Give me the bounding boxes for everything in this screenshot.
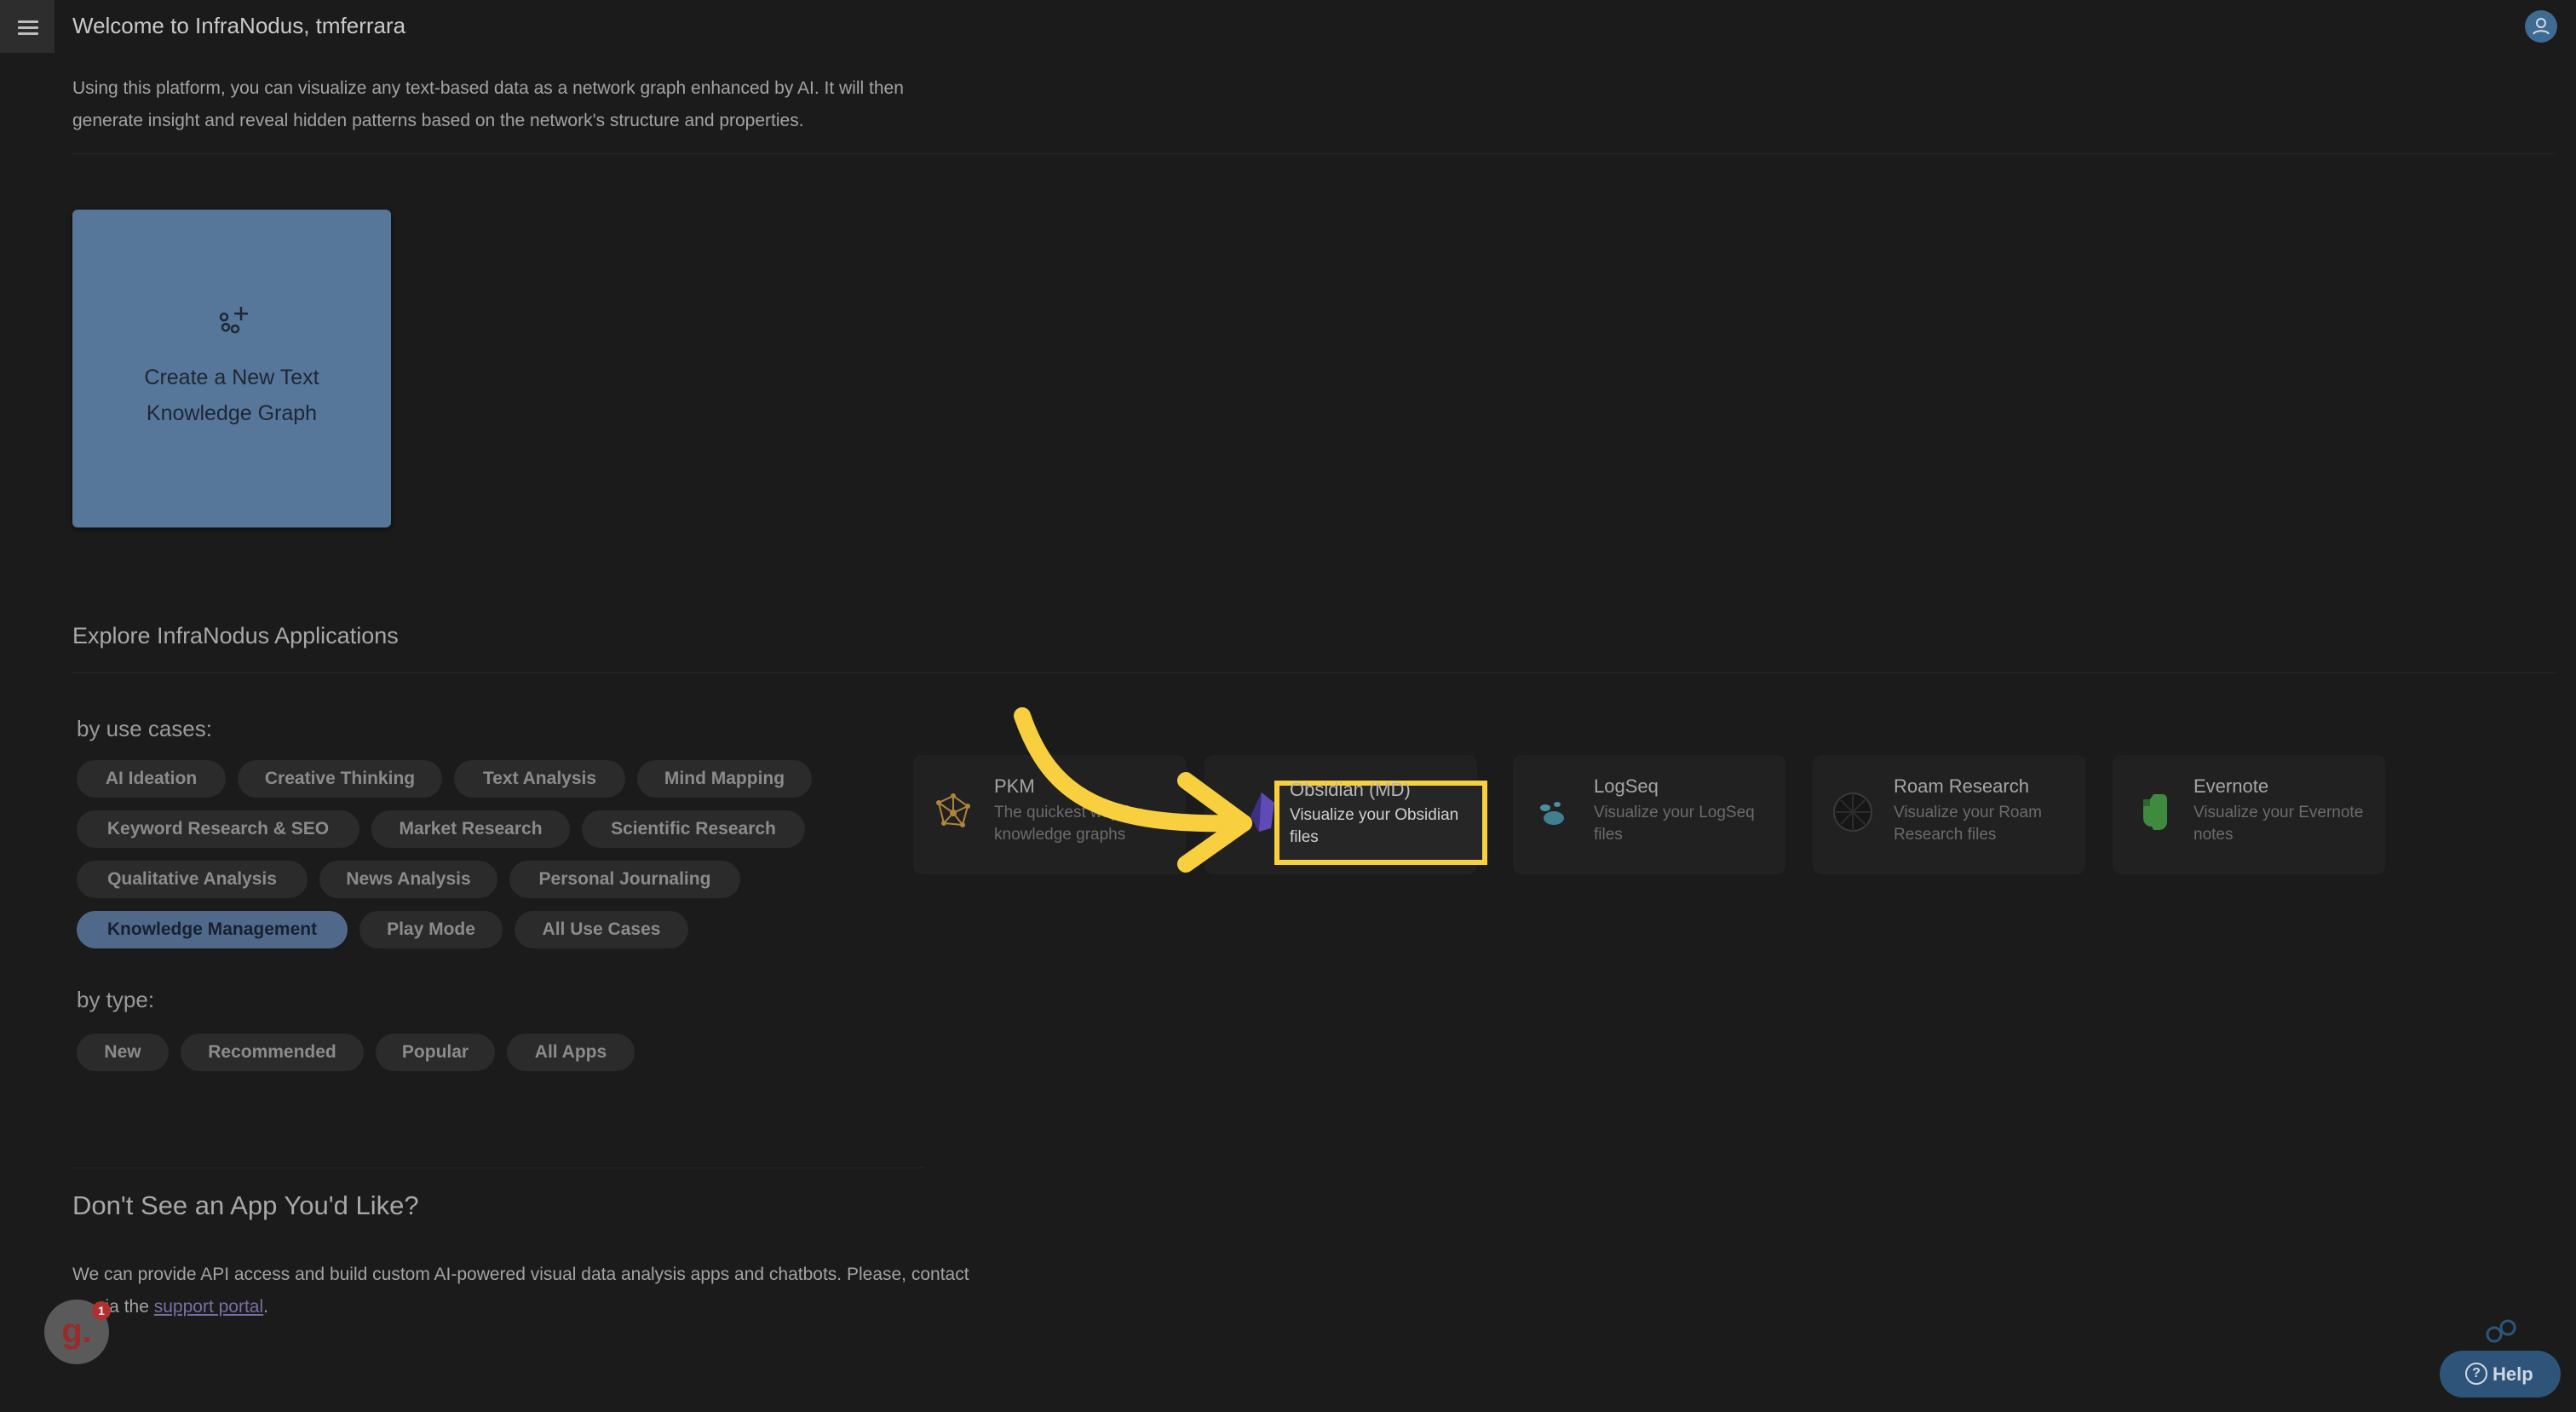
intro-text: Using this platform, you can visualize a…: [72, 78, 904, 130]
divider: [72, 1167, 924, 1168]
chip-popular[interactable]: Popular: [376, 1034, 495, 1071]
custom-app-title: Don't See an App You'd Like?: [72, 1190, 419, 1220]
add-graph-icon: [219, 307, 248, 334]
chip-mind-mapping[interactable]: Mind Mapping: [637, 760, 812, 798]
app-name: Roam Research: [1894, 775, 2029, 797]
chip-qualitative-analysis[interactable]: Qualitative Analysis: [77, 861, 308, 898]
svg-text:g.: g.: [61, 1312, 92, 1350]
chip-new[interactable]: New: [77, 1034, 169, 1071]
hamburger-menu-button[interactable]: [0, 0, 55, 53]
create-card-label: Create a New Text Knowledge Graph: [144, 366, 319, 425]
app-name: LogSeq: [1594, 775, 1659, 797]
app-name: Obsidian (MD): [1290, 779, 1411, 800]
obsidian-highlight-box[interactable]: Obsidian (MD) Visualize your Obsidian fi…: [1274, 779, 1487, 865]
custom-app-text-end: .: [263, 1297, 268, 1317]
link-chain-icon: [2486, 1319, 2516, 1343]
divider: [72, 153, 2555, 154]
chip-personal-journaling[interactable]: Personal Journaling: [509, 861, 740, 898]
app-description: Visualize your Obsidian files: [1290, 806, 1459, 846]
chip-text-analysis[interactable]: Text Analysis: [454, 760, 625, 798]
app-card-logseq[interactable]: LogSeq Visualize your LogSeq files: [1513, 755, 1785, 874]
g-widget-button[interactable]: g. 1: [44, 1300, 111, 1364]
support-portal-link[interactable]: support portal: [154, 1297, 263, 1317]
help-button[interactable]: ? Help: [2440, 1351, 2561, 1398]
chip-knowledge-management[interactable]: Knowledge Management: [77, 911, 348, 948]
question-icon: ?: [2465, 1363, 2487, 1385]
evernote-icon: [2143, 794, 2167, 830]
chip-scientific-research[interactable]: Scientific Research: [582, 810, 805, 848]
notification-badge: 1: [92, 1301, 111, 1320]
chip-market-research[interactable]: Market Research: [371, 810, 570, 848]
chip-news-analysis[interactable]: News Analysis: [319, 861, 497, 898]
network-icon: [936, 793, 970, 827]
chip-all-apps[interactable]: All Apps: [507, 1034, 635, 1071]
chip-creative-thinking[interactable]: Creative Thinking: [238, 760, 442, 798]
app-description: Visualize your Roam Research files: [1894, 804, 2042, 844]
app-card-roam-research[interactable]: Roam Research Visualize your Roam Resear…: [1813, 755, 2085, 874]
app-card-evernote[interactable]: Evernote Visualize your Evernote notes: [2113, 755, 2385, 874]
by-type-label: by type:: [77, 987, 155, 1012]
roam-icon: [1833, 792, 1872, 832]
explore-title: Explore InfraNodus Applications: [72, 623, 399, 648]
chip-keyword-research-seo[interactable]: Keyword Research & SEO: [77, 810, 359, 848]
chip-ai-ideation[interactable]: AI Ideation: [77, 760, 226, 798]
user-avatar-icon[interactable]: [2525, 10, 2557, 43]
app-description: Visualize your LogSeq files: [1594, 804, 1755, 844]
chip-play-mode[interactable]: Play Mode: [359, 911, 503, 948]
yellow-arrow-icon: [1014, 707, 1252, 873]
app-description: Visualize your Evernote notes: [2194, 804, 2364, 844]
divider: [72, 672, 2555, 673]
help-label: Help: [2493, 1363, 2533, 1385]
chip-recommended[interactable]: Recommended: [181, 1034, 364, 1071]
page-title: Welcome to InfraNodus, tmferrara: [72, 13, 406, 38]
custom-app-text: We can provide API access and build cust…: [72, 1259, 975, 1323]
chip-all-use-cases[interactable]: All Use Cases: [515, 911, 688, 948]
logseq-icon: [1540, 802, 1564, 825]
use-cases-label: by use cases:: [77, 716, 212, 741]
create-knowledge-graph-card[interactable]: Create a New Text Knowledge Graph: [72, 210, 391, 527]
app-name: Evernote: [2194, 775, 2269, 797]
